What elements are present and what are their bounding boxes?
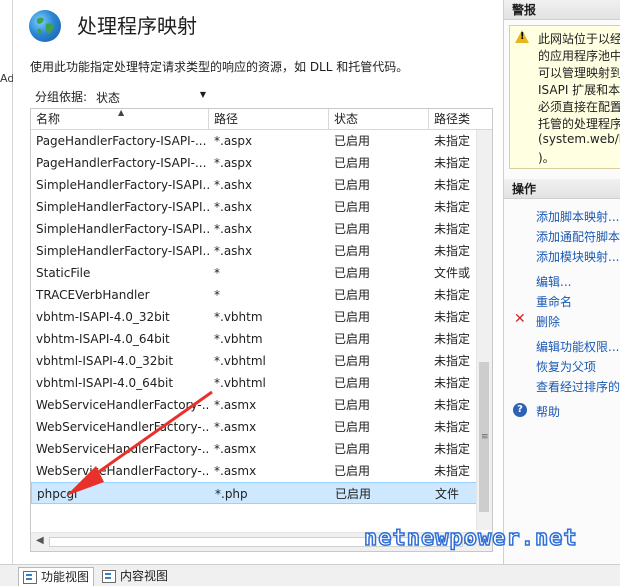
watermark-text: netnewpower.net xyxy=(363,525,578,552)
iis-handler-mappings-window: Ad 处理程序映射 使用此功能指定处理特定请求类型的响应的资源，如 DLL 和托… xyxy=(0,0,620,586)
annotation-arrow-icon xyxy=(66,390,213,496)
